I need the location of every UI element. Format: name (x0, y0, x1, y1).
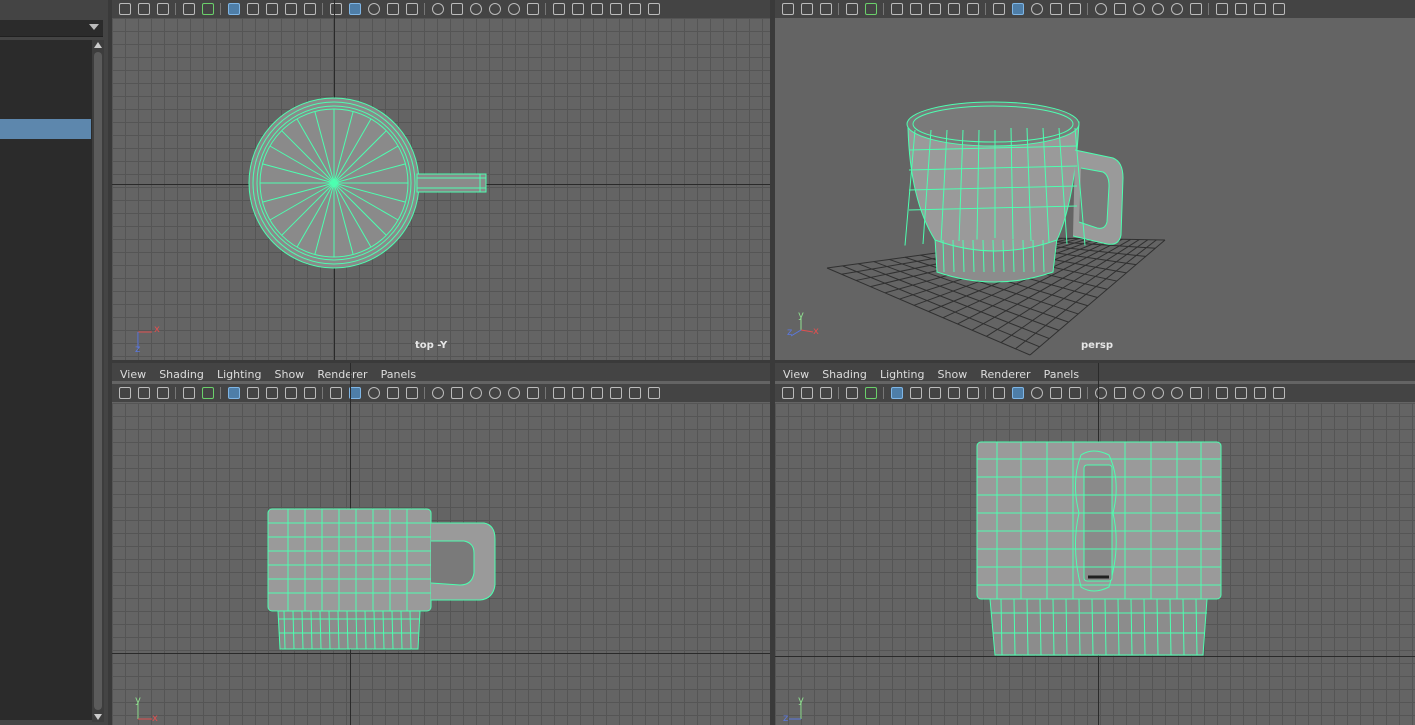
viewport-front[interactable]: View Shading Lighting Show Renderer Pane… (112, 363, 770, 725)
mug-front-wireframe[interactable] (112, 363, 770, 725)
view-axis-gizmo: y z (783, 695, 804, 724)
camera-label: persp (1081, 340, 1113, 351)
viewport-top[interactable]: top -Y x z (112, 0, 770, 360)
mug-top-wireframe[interactable] (112, 0, 770, 360)
viewport-persp[interactable]: persp y x z (775, 0, 1415, 360)
left-panel (0, 0, 108, 725)
view-axis-gizmo: x z (135, 324, 160, 355)
outliner-selected-item[interactable] (0, 119, 91, 139)
chevron-down-icon[interactable] (89, 24, 99, 30)
camera-label: top -Y (415, 340, 448, 351)
mug-persp-wireframe[interactable] (775, 0, 1415, 360)
view-axis-gizmo: y x (135, 695, 158, 724)
view-axis-gizmo: y x z (787, 310, 819, 338)
scroll-down-icon[interactable] (94, 714, 102, 720)
scroll-thumb[interactable] (94, 52, 102, 710)
outliner-list[interactable] (0, 40, 92, 720)
scroll-up-icon[interactable] (94, 42, 102, 48)
outliner-scrollbar[interactable] (92, 40, 104, 722)
outliner-dropdown[interactable] (0, 20, 103, 37)
mug-side-wireframe[interactable] (775, 363, 1415, 725)
viewport-side[interactable]: View Shading Lighting Show Renderer Pane… (775, 363, 1415, 725)
viewport-splitter-horizontal[interactable] (108, 360, 1415, 363)
